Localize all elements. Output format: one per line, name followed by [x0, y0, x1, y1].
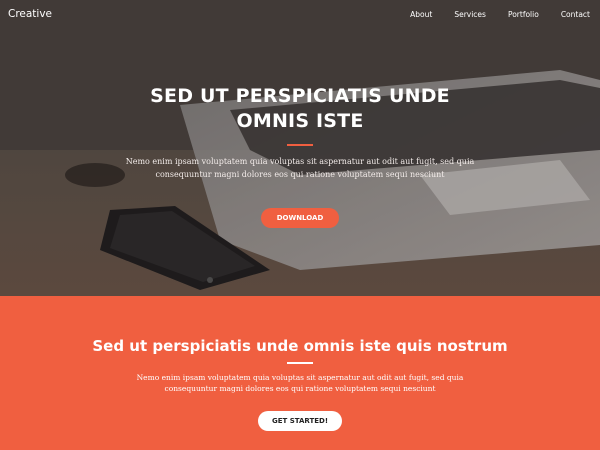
brand-logo[interactable]: Creative [8, 8, 52, 20]
nav-link-contact[interactable]: Contact [561, 10, 590, 19]
section-title: Sed ut perspiciatis unde omnis iste quis… [92, 337, 508, 355]
nav-link-about[interactable]: About [410, 10, 432, 19]
section-description: Nemo enim ipsam voluptatem quia voluptas… [136, 373, 464, 393]
navbar: Creative About Services Portfolio Contac… [0, 0, 600, 28]
hero-section: Creative About Services Portfolio Contac… [0, 0, 600, 296]
hero-content: SED UT PERSPICIATIS UNDE OMNIS ISTE Nemo… [0, 84, 600, 228]
nav-link-services[interactable]: Services [454, 10, 486, 19]
nav-link-portfolio[interactable]: Portfolio [508, 10, 539, 19]
section-divider [287, 362, 313, 364]
download-button[interactable]: DOWNLOAD [261, 208, 339, 228]
cta-section: Sed ut perspiciatis unde omnis iste quis… [0, 296, 600, 450]
hero-description: Nemo enim ipsam voluptatem quia voluptas… [125, 157, 475, 179]
hero-divider [287, 144, 313, 146]
get-started-button[interactable]: GET STARTED! [258, 411, 342, 431]
hero-title: SED UT PERSPICIATIS UNDE OMNIS ISTE [150, 85, 450, 132]
nav-links: About Services Portfolio Contact [388, 10, 590, 19]
